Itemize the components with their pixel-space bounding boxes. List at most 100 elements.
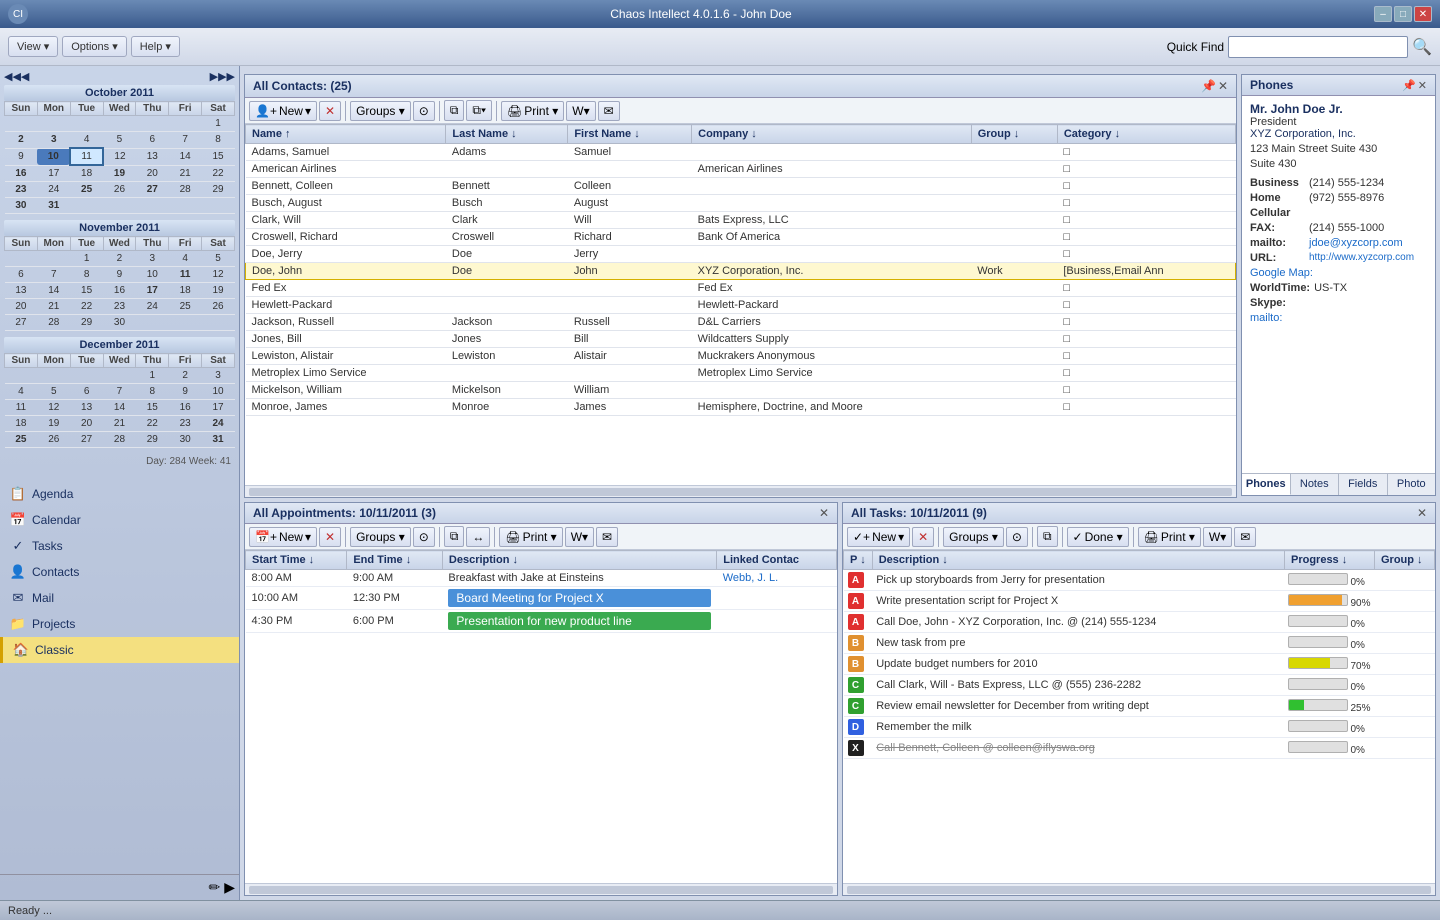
tab-photo[interactable]: Photo (1388, 474, 1436, 495)
appt-filter-button[interactable]: ⊙ (413, 527, 435, 547)
appointment-row[interactable]: 8:00 AM 9:00 AM Breakfast with Jake at E… (246, 570, 837, 587)
cal-day[interactable]: 29 (136, 432, 169, 448)
task-row[interactable]: D Remember the milk 0% (844, 717, 1435, 738)
cal-day[interactable]: 21 (37, 299, 70, 315)
cal-day[interactable]: 26 (202, 299, 235, 315)
quickfind-input[interactable] (1228, 36, 1408, 58)
task-row[interactable]: A Write presentation script for Project … (844, 591, 1435, 612)
prev-month-button[interactable]: ◀ (21, 70, 29, 83)
minimize-button[interactable]: – (1374, 6, 1392, 22)
cal-day[interactable]: 17 (136, 283, 169, 299)
cal-day[interactable]: 22 (202, 165, 235, 182)
cal-day[interactable]: 26 (37, 432, 70, 448)
cal-day[interactable]: 23 (5, 182, 38, 198)
appt-delete-button[interactable]: ✕ (319, 527, 341, 547)
task-new-button[interactable]: ✓+ New ▾ (847, 527, 910, 547)
cal-day[interactable]: 30 (169, 432, 202, 448)
appt-sync-button[interactable]: ↔ (466, 527, 490, 547)
contacts-copyto-button[interactable]: ⧉▾ (466, 100, 492, 121)
contact-row[interactable]: Hewlett-Packard Hewlett-Packard □ (246, 297, 1236, 314)
appt-col-end[interactable]: End Time ↓ (347, 551, 443, 570)
cal-day[interactable]: 20 (136, 165, 169, 182)
appt-col-contact[interactable]: Linked Contac (717, 551, 837, 570)
tab-fields[interactable]: Fields (1339, 474, 1388, 495)
cal-day[interactable]: 14 (169, 148, 202, 165)
task-copy-button[interactable]: ⧉ (1037, 526, 1058, 547)
maximize-button[interactable]: □ (1394, 6, 1412, 22)
contact-row[interactable]: Lewiston, Alistair Lewiston Alistair Muc… (246, 348, 1236, 365)
cal-day[interactable]: 25 (5, 432, 38, 448)
task-row[interactable]: B New task from pre 0% (844, 633, 1435, 654)
cal-day[interactable]: 13 (5, 283, 38, 299)
cal-day[interactable]: 12 (103, 148, 136, 165)
cal-day[interactable]: 12 (37, 400, 70, 416)
sidebar-edit-icon[interactable]: ✏ (208, 879, 220, 896)
cal-day[interactable]: 11 (5, 400, 38, 416)
cal-day[interactable]: 19 (103, 165, 136, 182)
cal-day[interactable]: 10 (136, 267, 169, 283)
cal-day[interactable]: 2 (169, 368, 202, 384)
help-button[interactable]: Help ▾ (131, 36, 180, 57)
cal-day[interactable]: 6 (136, 132, 169, 149)
cal-day[interactable]: 29 (70, 315, 103, 331)
cal-day[interactable]: 12 (202, 267, 235, 283)
contact-row[interactable]: Fed Ex Fed Ex □ (246, 280, 1236, 297)
sidebar-item-projects[interactable]: 📁 Projects (0, 611, 239, 637)
tab-phones[interactable]: Phones (1242, 474, 1291, 495)
appt-groups-button[interactable]: Groups ▾ (350, 527, 411, 547)
cal-day[interactable]: 16 (169, 400, 202, 416)
cal-day[interactable]: 4 (169, 251, 202, 267)
cal-day[interactable]: 25 (70, 182, 103, 198)
email-link[interactable]: jdoe@xyzcorp.com (1309, 237, 1403, 249)
cal-day[interactable]: 31 (37, 198, 70, 214)
appt-col-desc[interactable]: Description ↓ (442, 551, 716, 570)
cal-day[interactable]: 9 (5, 148, 38, 165)
options-button[interactable]: Options ▾ (62, 36, 127, 57)
cal-day[interactable]: 7 (103, 384, 136, 400)
cal-day[interactable]: 27 (5, 315, 38, 331)
contacts-pin-icon[interactable]: 📌 (1201, 79, 1216, 93)
cal-day[interactable]: 23 (169, 416, 202, 432)
cal-day[interactable]: 5 (37, 384, 70, 400)
contacts-groups-button[interactable]: Groups ▾ (350, 101, 411, 121)
cal-day[interactable]: 27 (136, 182, 169, 198)
task-done-button[interactable]: ✓ Done ▾ (1067, 527, 1129, 547)
appt-print-button[interactable]: 🖨 Print ▾ (499, 527, 562, 547)
cal-day[interactable]: 31 (202, 432, 235, 448)
cal-day[interactable]: 8 (202, 132, 235, 149)
cal-day[interactable]: 25 (169, 299, 202, 315)
tasks-close-icon[interactable]: ✕ (1417, 506, 1427, 520)
contacts-delete-button[interactable]: ✕ (319, 101, 341, 121)
sidebar-item-mail[interactable]: ✉ Mail (0, 585, 239, 611)
task-groups-button[interactable]: Groups ▾ (943, 527, 1004, 547)
col-name[interactable]: Name ↑ (246, 125, 446, 144)
cal-day[interactable]: 7 (37, 267, 70, 283)
cal-day[interactable]: 24 (136, 299, 169, 315)
cal-day[interactable]: 21 (103, 416, 136, 432)
mailto2-link[interactable]: mailto: (1250, 312, 1282, 324)
task-row[interactable]: C Call Clark, Will - Bats Express, LLC @… (844, 675, 1435, 696)
cal-day[interactable]: 20 (70, 416, 103, 432)
cal-day[interactable]: 1 (136, 368, 169, 384)
sidebar-item-calendar[interactable]: 📅 Calendar (0, 507, 239, 533)
appointments-close-icon[interactable]: ✕ (819, 506, 829, 520)
task-row[interactable]: A Pick up storyboards from Jerry for pre… (844, 570, 1435, 591)
contact-row[interactable]: Doe, John Doe John XYZ Corporation, Inc.… (246, 263, 1236, 280)
task-row[interactable]: X Call Bennett, Colleen @ colleen@iflysw… (844, 738, 1435, 759)
cal-day[interactable]: 19 (37, 416, 70, 432)
cal-day[interactable]: 18 (5, 416, 38, 432)
contacts-new-button[interactable]: 👤+ New ▾ (249, 101, 317, 121)
cal-day[interactable]: 4 (70, 132, 103, 149)
sidebar-item-classic[interactable]: 🏠 Classic (0, 637, 239, 663)
contacts-copy-button[interactable]: ⧉ (444, 100, 465, 121)
cal-day[interactable]: 16 (5, 165, 38, 182)
task-print-button[interactable]: 🖨 Print ▾ (1138, 527, 1201, 547)
contact-row[interactable]: Metroplex Limo Service Metroplex Limo Se… (246, 365, 1236, 382)
cal-day[interactable]: 16 (103, 283, 136, 299)
tab-notes[interactable]: Notes (1291, 474, 1340, 495)
contact-row[interactable]: Monroe, James Monroe James Hemisphere, D… (246, 399, 1236, 416)
cal-day[interactable]: 5 (103, 132, 136, 149)
task-row[interactable]: A Call Doe, John - XYZ Corporation, Inc.… (844, 612, 1435, 633)
cal-day[interactable]: 30 (103, 315, 136, 331)
cal-day[interactable]: 28 (103, 432, 136, 448)
